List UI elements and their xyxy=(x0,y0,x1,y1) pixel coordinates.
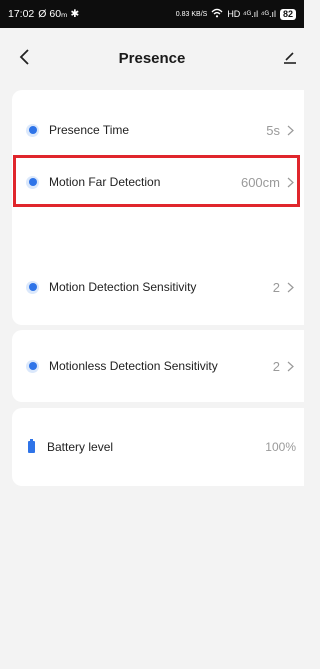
status-indicators: Ø 60ₘ ✱ xyxy=(38,8,80,20)
status-battery: 82 xyxy=(279,8,296,20)
row-label: Motion Detection Sensitivity xyxy=(49,280,197,294)
settings-card-1: Presence Time 5s Motion Far Detection 60… xyxy=(12,90,304,325)
row-value: 5s xyxy=(266,122,280,138)
row-label: Presence Time xyxy=(49,123,130,137)
app-header: Presence xyxy=(0,28,304,90)
radio-dot-icon xyxy=(26,123,39,137)
status-right: 0.83 KB/S HD ⁴ᴳ.ıl ⁴ᴳ.ıl 82 xyxy=(176,8,296,20)
network-speed: 0.83 KB/S xyxy=(175,10,208,18)
edit-pencil-icon xyxy=(283,50,297,69)
chevron-right-icon xyxy=(287,282,294,293)
settings-card-2: Motionless Detection Sensitivity 2 xyxy=(12,330,304,402)
edit-button[interactable] xyxy=(280,46,300,72)
row-motion-detection-sensitivity[interactable]: Motion Detection Sensitivity 2 xyxy=(12,250,304,324)
row-value: 2 xyxy=(272,279,280,295)
wifi-icon xyxy=(211,8,223,20)
row-label: Motionless Detection Sensitivity xyxy=(49,359,218,373)
row-battery-level: Battery level 100% xyxy=(12,408,304,486)
highlight-box xyxy=(13,155,300,207)
battery-card: Battery level 100% xyxy=(12,408,304,486)
status-bar: 17:02 Ø 60ₘ ✱ 0.83 KB/S HD ⁴ᴳ.ıl ⁴ᴳ.ıl 8… xyxy=(0,0,304,28)
page-title: Presence xyxy=(118,50,186,67)
network-icons: HD ⁴ᴳ.ıl ⁴ᴳ.ıl xyxy=(227,9,276,19)
chevron-right-icon xyxy=(287,125,294,136)
radio-dot-icon xyxy=(26,280,39,294)
chevron-right-icon xyxy=(287,361,294,372)
row-value: 2 xyxy=(272,358,280,374)
radio-dot-icon xyxy=(26,359,39,373)
status-time: 17:02 xyxy=(8,8,35,20)
row-motionless-detection-sensitivity[interactable]: Motionless Detection Sensitivity 2 xyxy=(12,330,304,402)
battery-value: 100% xyxy=(265,440,296,454)
status-left: 17:02 Ø 60ₘ ✱ xyxy=(8,8,79,20)
battery-icon xyxy=(28,439,35,453)
row-label: Battery level xyxy=(47,440,114,454)
